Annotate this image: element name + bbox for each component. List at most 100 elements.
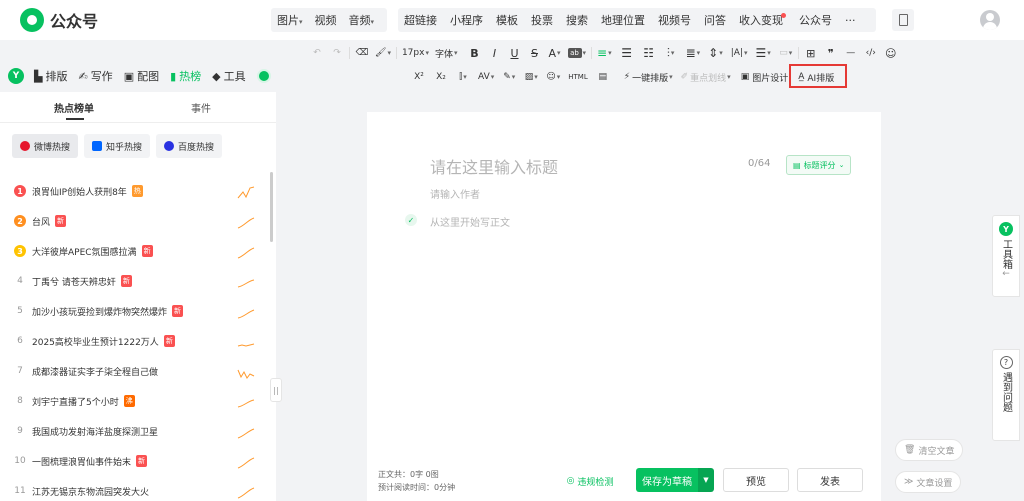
title-score-button[interactable]: ▤ 标题评分 ⌄ [786,155,852,175]
body-input[interactable]: 从这里开始写正文 [430,214,510,229]
align-center-icon[interactable]: ☰ [620,44,634,62]
tab-writing[interactable]: ✍ 写作 [78,68,112,84]
toolbox-float[interactable]: Y 工具箱 ← [992,215,1020,297]
save-options-dropdown[interactable]: ▼ [698,468,714,492]
underline-button[interactable]: U [508,44,522,62]
briefcase-icon[interactable]: ▤ [596,68,610,86]
background-color-button[interactable]: ab ▾ [567,44,586,62]
paragraph-spacing-icon[interactable]: ⇕ ▾ [708,44,723,62]
save-draft-button[interactable]: 保存为草稿 [636,468,698,492]
chip-zhihu[interactable]: 知乎热搜 [84,134,151,158]
list-item[interactable]: 11 江苏无锡京东物流园突发大火 [0,476,266,501]
code-icon[interactable]: ‹/› [864,44,878,62]
list-item[interactable]: 4 丁禹兮 请苍天辨忠奸新 [0,266,266,296]
html-icon[interactable]: HTML [568,68,587,86]
avatar[interactable] [980,10,1000,30]
format-painter-icon[interactable]: 🖌 ▾ [375,44,391,62]
double-chevron-icon: ≫ [904,477,914,487]
preview-button[interactable]: 预览 [723,468,789,492]
magic-wand-icon[interactable]: ✎ ▾ [502,68,516,86]
top-bar: 公众号 图片▾ 视频 音频▾ 超链接 小程序 模板 投票 搜索 地理位置 视频号… [0,0,1024,40]
undo-icon[interactable]: ↶ [310,44,324,62]
list-item[interactable]: 3 大洋彼岸APEC氛围感拉满新 [0,236,266,266]
insert-audio-menu[interactable]: 音频▾ [349,12,375,28]
insert-search-button[interactable]: 搜索 [566,12,588,28]
align-right-icon[interactable]: ☷ [642,44,656,62]
publish-button[interactable]: 发表 [797,468,863,492]
letter-spacing-icon[interactable]: |A| ▾ [731,44,748,62]
collapse-handle[interactable]: || [270,378,282,402]
list-icon[interactable]: ☰ ▾ [756,44,771,62]
font-family-select[interactable]: 字体 ▾ [435,44,458,62]
list-item[interactable]: 10 一图梳理浪胃仙事件始末新 [0,446,266,476]
chip-baidu[interactable]: 百度热搜 [156,134,223,158]
help-float[interactable]: ? 遇到问题 [992,349,1020,441]
insert-location-button[interactable]: 地理位置 [601,12,645,28]
line-height-icon[interactable]: ≣ ▾ [686,44,701,62]
tab-tools[interactable]: ◆ 工具 [212,68,245,84]
scrollbar[interactable] [270,172,273,242]
list-item[interactable]: 9 我国成功发射海洋盐度探测卫星 [0,416,266,446]
image-design-button[interactable]: ▣ 图片设计 [741,68,789,86]
italic-button[interactable]: I [488,44,502,62]
author-input[interactable]: 请输入作者 [430,186,480,201]
text-indent-icon[interactable]: ⫿ ▾ [456,68,470,86]
subscript-button[interactable]: X₂ [434,68,448,86]
list-item[interactable]: 2 台风新 [0,206,266,236]
hot-topic-title: 2025高校毕业生预计1222万人 [32,337,159,348]
insert-miniprogram-button[interactable]: 小程序 [450,12,483,28]
key-underline-button[interactable]: ✐ 重点划线 ▾ [681,68,731,86]
clear-article-button[interactable]: 🗑 清空文章 [895,439,964,461]
align-left-icon[interactable]: ≡ ▾ [597,44,612,62]
insert-monetize-menu[interactable]: 收入变现 [739,12,786,28]
document-icon[interactable] [892,9,914,31]
clear-format-icon[interactable]: ⌫ [355,44,369,62]
table-icon[interactable]: ⊞ [804,44,818,62]
tab-hot-ranking[interactable]: 热点榜单 [54,100,94,115]
logo[interactable]: 公众号 [20,8,98,32]
assistant-logo-icon: Y [8,68,24,84]
insert-vote-button[interactable]: 投票 [531,12,553,28]
text-effect-icon[interactable]: AV ▾ [478,68,494,86]
divider-style-icon[interactable]: ▭ ▾ [779,44,793,62]
chip-weibo[interactable]: 微博热搜 [12,134,79,158]
indent-icon[interactable]: ⫶ ▾ [664,44,678,62]
insert-channels-button[interactable]: 视频号 [658,12,691,28]
list-item[interactable]: 5 加沙小孩玩耍捡到爆炸物突然爆炸新 [0,296,266,326]
trend-sparkline-icon [237,457,255,469]
bold-button[interactable]: B [468,44,482,62]
insert-template-button[interactable]: 模板 [496,12,518,28]
font-color-button[interactable]: A ▾ [548,44,562,62]
tab-illustration[interactable]: ▣ 配图 [124,68,159,84]
compliance-check-button[interactable]: ◎ 违规检测 [562,469,618,493]
horizontal-rule-icon[interactable]: — [844,44,858,62]
ai-assist-icon[interactable]: ✓ [405,214,417,226]
insert-image-menu[interactable]: 图片▾ [277,12,303,28]
list-item[interactable]: 6 2025高校毕业生预计1222万人新 [0,326,266,356]
insert-image-icon[interactable]: ▨ ▾ [524,68,538,86]
emoji-insert-icon[interactable]: ☺ ▾ [546,68,560,86]
superscript-button[interactable]: X² [412,68,426,86]
emoji-icon[interactable]: ☺ [884,44,898,62]
tab-hot-list[interactable]: ▮ 热榜 [170,68,201,84]
title-input[interactable]: 请在这里输入标题 [430,154,558,178]
tab-layout[interactable]: ▙ 排版 [34,68,67,84]
insert-official-account-button[interactable]: 公众号 [799,12,832,28]
tab-events[interactable]: 事件 [191,100,211,115]
list-item[interactable]: 7 成都漆器证实李子柒全程自己做 [0,356,266,386]
toolbox-logo-icon: Y [999,222,1013,236]
insert-qa-button[interactable]: 问答 [704,12,726,28]
strikethrough-button[interactable]: S [528,44,542,62]
one-click-layout-button[interactable]: ⚡ 一键排版 ▾ [624,68,673,86]
insert-video-button[interactable]: 视频 [315,12,337,28]
quote-icon[interactable]: ❞ [824,44,838,62]
article-settings-button[interactable]: ≫ 文章设置 [895,471,962,493]
trend-sparkline-icon [237,217,255,229]
insert-hyperlink-button[interactable]: 超链接 [404,12,437,28]
toggle-indicator[interactable] [256,69,271,83]
redo-icon[interactable]: ↷ [330,44,344,62]
font-size-select[interactable]: 17px ▾ [402,44,429,62]
list-item[interactable]: 1 浪胃仙IP创始人获刑8年热 [0,176,266,206]
list-item[interactable]: 8 刘宇宁直播了5个小时沸 [0,386,266,416]
more-menu-button[interactable]: ··· [845,14,856,27]
